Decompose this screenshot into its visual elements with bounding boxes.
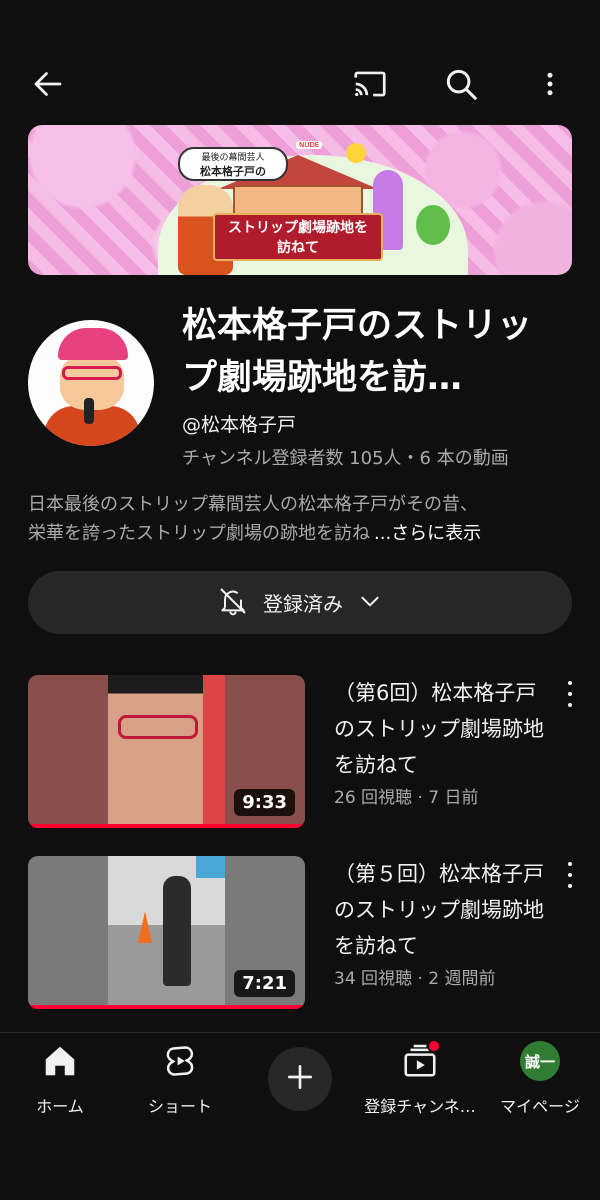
channel-handle: @松本格子戸 (182, 414, 297, 436)
video-item[interactable]: 7:21 （第５回）松本格子戸のストリップ劇場跡地を訪ねて 34 回視聴 · 2… (28, 856, 572, 1011)
top-app-bar (0, 40, 600, 128)
plus-icon (284, 1061, 316, 1097)
nav-subscriptions-label: 登録チャンネ… (364, 1097, 476, 1116)
arrow-left-icon[interactable] (28, 64, 68, 104)
microphone-icon (84, 398, 94, 424)
nav-my-page-label: マイページ (500, 1097, 580, 1116)
channel-name: 松本格子戸のストリップ劇場跡地を訪… (182, 306, 533, 398)
video-thumbnail[interactable]: 7:21 (28, 856, 305, 1009)
sun-icon (346, 143, 366, 163)
banner-tag-line2: 松本格子戸の (200, 165, 266, 178)
avatar-glasses (62, 366, 122, 380)
banner-sign-line1: ストリップ劇場跡地を (228, 220, 368, 236)
thumbnail-person (163, 876, 191, 986)
video-item[interactable]: 9:33 （第6回）松本格子戸のストリップ劇場跡地を訪ねて 26 回視聴 · 7… (28, 675, 572, 830)
thumbnail-frame (108, 856, 225, 1009)
thumbnail-glasses (118, 715, 198, 739)
video-meta: 34 回視聴 · 2 週間前 (334, 969, 496, 989)
nav-home[interactable]: ホーム (0, 1041, 125, 1121)
banner-nude-label: NUDE (296, 141, 323, 149)
banner-sign-line2: 訪ねて (277, 240, 319, 256)
thumbnail-frame (108, 675, 225, 828)
home-icon (40, 1041, 80, 1081)
user-avatar: 誠一 (520, 1041, 560, 1081)
watch-progress-bar (28, 824, 305, 828)
notification-dot (427, 1039, 441, 1053)
watch-progress-bar (28, 1005, 305, 1009)
more-vertical-icon[interactable] (560, 862, 580, 888)
description-line2: 栄華を誇ったストリップ劇場の跡地を訪ね (28, 523, 370, 544)
bottom-navigation: ホーム ショート 登録チャンネ… 誠一 マイページ (0, 1033, 600, 1123)
subscribed-button[interactable]: 登録済み (28, 571, 572, 634)
more-vertical-icon[interactable] (560, 681, 580, 707)
shorts-icon (160, 1041, 200, 1081)
create-button[interactable] (268, 1047, 332, 1111)
nav-home-label: ホーム (36, 1097, 84, 1116)
nav-my-page[interactable]: 誠一 マイページ (475, 1041, 600, 1121)
bell-off-icon (217, 585, 249, 621)
more-vertical-icon[interactable] (530, 64, 570, 104)
video-duration: 7:21 (234, 970, 295, 997)
thumbnail-cone (138, 911, 152, 943)
channel-description[interactable]: 日本最後のストリップ幕間芸人の松本格子戸がその昔、 栄華を誇ったストリップ劇場の… (28, 490, 558, 548)
nav-shorts[interactable]: ショート (115, 1041, 245, 1121)
banner-tag-line1: 最後の幕間芸人 (201, 153, 265, 163)
video-title[interactable]: （第５回）松本格子戸のストリップ劇場跡地を訪ねて (334, 856, 546, 964)
video-thumbnail[interactable]: 9:33 (28, 675, 305, 828)
nav-subscriptions[interactable]: 登録チャンネ… (355, 1041, 485, 1121)
video-duration: 9:33 (234, 789, 295, 816)
video-title[interactable]: （第6回）松本格子戸のストリップ劇場跡地を訪ねて (334, 675, 546, 783)
banner-sign: ストリップ劇場跡地を 訪ねて (213, 213, 383, 261)
channel-avatar[interactable] (28, 320, 154, 446)
search-icon[interactable] (441, 64, 481, 104)
banner-tag: 最後の幕間芸人 松本格子戸の (178, 147, 288, 181)
description-line1: 日本最後のストリップ幕間芸人の松本格子戸がその昔、 (28, 494, 478, 515)
description-line2-row: 栄華を誇ったストリップ劇場の跡地を訪ね ...さらに表示 (28, 519, 558, 548)
show-more-link[interactable]: ...さらに表示 (374, 519, 481, 548)
avatar-cap (58, 328, 128, 360)
video-meta: 26 回視聴 · 7 日前 (334, 788, 479, 808)
channel-stats: チャンネル登録者数 105人・6 本の動画 (182, 448, 509, 469)
channel-banner: NUDE 最後の幕間芸人 松本格子戸の ストリップ劇場跡地を 訪ねて (28, 125, 572, 275)
thumbnail-tent (196, 856, 225, 878)
tree-icon (416, 205, 450, 245)
chevron-down-icon (357, 588, 383, 618)
nav-shorts-label: ショート (147, 1097, 212, 1116)
subscribed-label: 登録済み (263, 592, 343, 616)
thumbnail-building (203, 675, 225, 828)
cast-icon[interactable] (350, 64, 390, 104)
